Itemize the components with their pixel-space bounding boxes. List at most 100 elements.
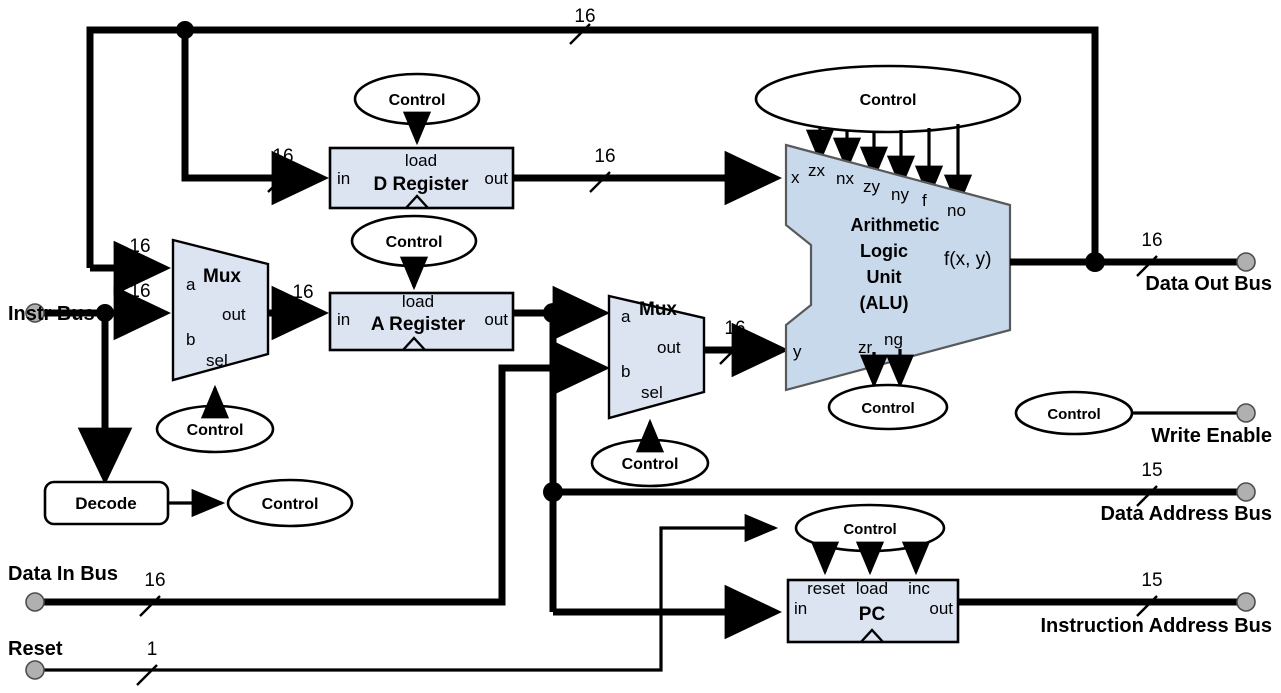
svg-text:sel: sel [206,351,228,370]
svg-text:16: 16 [272,146,293,167]
svg-text:15: 15 [1141,460,1162,481]
pc-block: in reset load inc PC out [786,578,960,644]
write-enable-label: Write Enable [1151,425,1272,447]
d-register-block: in load D Register out [328,146,515,210]
svg-text:reset: reset [807,579,845,598]
width-label-d-reg-out: 16 [589,146,616,193]
mux-y-block: a Mux out b sel [607,294,706,420]
svg-text:load: load [402,292,434,311]
data-out-bus-label: Data Out Bus [1145,273,1272,295]
width-label-alu-out: 16 [1136,230,1163,277]
instruction-address-bus-wire [958,592,1256,612]
svg-text:Arithmetic: Arithmetic [850,215,939,235]
svg-text:load: load [856,579,888,598]
svg-text:16: 16 [594,146,615,167]
svg-text:y: y [793,342,802,361]
a-register-block: in load A Register out [328,291,515,352]
svg-text:f(x, y): f(x, y) [944,249,992,270]
mux-y-control: Control [590,418,710,488]
svg-text:16: 16 [144,570,165,591]
alu-out-wire [1010,252,1256,272]
svg-text:x: x [791,168,800,187]
data-in-bus-terminal [25,592,45,612]
svg-text:Control: Control [1047,406,1100,423]
svg-text:Control: Control [386,234,443,251]
pc-control: Control [794,503,946,553]
width-label-data-in: 16 [139,570,166,617]
svg-text:Control: Control [622,456,679,473]
svg-text:Control: Control [861,400,914,417]
svg-text:inc: inc [908,579,930,598]
alu-out-junction [1085,252,1105,272]
svg-text:16: 16 [574,6,595,27]
mux-a-block: a Mux out b sel [171,238,270,382]
svg-text:16: 16 [292,282,313,303]
svg-text:A Register: A Register [371,314,466,335]
diagram-canvas: 16 16 16 Control in load D Register out … [8,6,1272,686]
svg-text:a: a [186,275,196,294]
instr-bus-wire [25,285,172,486]
alu-status-control: Control [827,383,949,431]
svg-text:1: 1 [147,639,158,660]
svg-text:out: out [222,305,246,324]
width-label-instr-bus: 16 [124,281,151,328]
mux-a-control: Control [155,384,275,454]
svg-text:out: out [484,310,508,329]
svg-text:Control: Control [389,92,446,109]
svg-text:f: f [922,191,927,210]
svg-text:no: no [947,201,966,220]
svg-text:zr: zr [858,338,873,357]
svg-text:load: load [405,151,437,170]
svg-text:ng: ng [884,330,903,349]
data-address-bus-terminal [1236,482,1256,502]
svg-text:sel: sel [641,383,663,402]
width-label-mux-y-out: 16 [719,318,746,365]
svg-text:ny: ny [891,185,909,204]
data-address-bus-label: Data Address Bus [1100,503,1272,525]
width-label-d-reg-in: 16 [267,146,294,193]
a-register-control: Control [350,214,478,291]
instr-bus-label: Instr Bus [8,303,95,325]
svg-text:Decode: Decode [75,494,136,513]
svg-text:zy: zy [863,177,881,196]
reset-terminal [25,660,45,680]
svg-text:b: b [186,330,195,349]
width-label-top-feedback: 16 [569,6,596,45]
svg-text:in: in [337,310,350,329]
svg-text:out: out [929,599,953,618]
svg-text:nx: nx [836,169,854,188]
svg-text:16: 16 [1141,230,1162,251]
data-in-bus-label: Data In Bus [8,563,118,585]
instruction-address-bus-label: Instruction Address Bus [1040,615,1272,637]
instruction-address-bus-terminal [1236,592,1256,612]
svg-text:Unit: Unit [867,267,902,287]
svg-text:Control: Control [843,521,896,538]
write-enable-terminal [1236,403,1256,423]
svg-text:PC: PC [859,604,886,625]
svg-text:Control: Control [262,496,319,513]
d-register-control: Control [353,72,481,146]
reset-label: Reset [8,638,63,660]
svg-text:Logic: Logic [860,241,908,261]
svg-text:zx: zx [808,161,826,180]
svg-text:16: 16 [129,281,150,302]
svg-text:out: out [657,338,681,357]
decode-block: Decode [43,480,170,526]
width-label-instruction-address: 15 [1136,570,1163,617]
svg-text:Control: Control [187,422,244,439]
svg-text:in: in [337,169,350,188]
cpu-datapath-diagram: 16 16 16 Control in load D Register out … [0,0,1281,693]
width-label-reset: 1 [136,639,158,686]
svg-text:out: out [484,169,508,188]
svg-text:16: 16 [129,236,150,257]
svg-text:15: 15 [1141,570,1162,591]
svg-text:b: b [621,362,630,381]
svg-text:a: a [621,307,631,326]
svg-text:in: in [794,599,807,618]
svg-text:Control: Control [860,92,917,109]
svg-text:Mux: Mux [203,266,241,287]
svg-text:(ALU): (ALU) [860,293,909,313]
svg-text:D Register: D Register [373,174,469,195]
alu-block: Arithmetic Logic Unit (ALU) f(x, y) x y [784,143,1012,392]
data-out-bus-terminal [1236,252,1256,272]
